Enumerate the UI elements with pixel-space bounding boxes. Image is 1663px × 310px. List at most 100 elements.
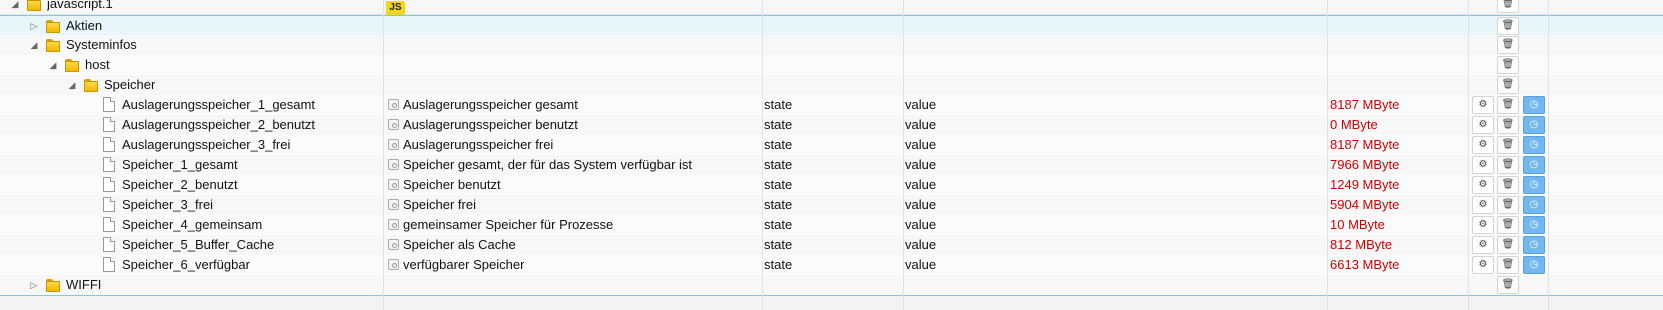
state-role: value — [905, 177, 937, 192]
tree-row-javascript[interactable]: ◢ javascript.1 JS 🗑 — [0, 0, 1663, 15]
state-description: Auslagerungsspeicher benutzt — [403, 117, 578, 132]
tree-row-wiffi[interactable]: ▷ WIFFI 🗑 — [0, 275, 1663, 296]
clock-icon[interactable]: ◷ — [1523, 236, 1545, 254]
state-type: state — [764, 117, 793, 132]
description-icon — [388, 139, 399, 150]
triangle-down-icon[interactable]: ◢ — [29, 35, 39, 55]
tree-row-systeminfos[interactable]: ◢ Systeminfos 🗑 — [0, 35, 1663, 56]
trash-icon[interactable]: 🗑 — [1497, 236, 1519, 254]
state-value: 0 MByte — [1330, 117, 1378, 132]
state-name: Auslagerungsspeicher_2_benutzt — [122, 117, 315, 132]
triangle-down-icon[interactable]: ◢ — [48, 55, 58, 75]
tree-row-speicher[interactable]: ◢ Speicher 🗑 — [0, 75, 1663, 96]
file-icon — [103, 257, 115, 272]
state-value: 1249 MByte — [1330, 177, 1400, 192]
clock-icon[interactable]: ◷ — [1523, 216, 1545, 234]
file-icon — [103, 177, 115, 192]
gear-icon[interactable]: ⚙ — [1472, 136, 1494, 154]
state-row[interactable]: Speicher_5_Buffer_Cache Speicher als Cac… — [0, 235, 1663, 256]
state-row[interactable]: Speicher_6_verfügbar verfügbarer Speiche… — [0, 255, 1663, 276]
state-type: state — [764, 177, 793, 192]
delete-button[interactable]: 🗑 — [1497, 76, 1519, 94]
state-role: value — [905, 97, 937, 112]
gear-icon[interactable]: ⚙ — [1472, 216, 1494, 234]
description-icon — [388, 99, 399, 110]
state-value: 6613 MByte — [1330, 257, 1400, 272]
description-icon — [388, 259, 399, 270]
state-row[interactable]: Auslagerungsspeicher_1_gesamt Auslagerun… — [0, 95, 1663, 116]
state-name: Speicher_6_verfügbar — [122, 257, 250, 272]
state-row[interactable]: Speicher_1_gesamt Speicher gesamt, der f… — [0, 155, 1663, 176]
folder-icon — [46, 20, 60, 33]
description-icon — [388, 179, 399, 190]
file-icon — [103, 97, 115, 112]
clock-icon[interactable]: ◷ — [1523, 136, 1545, 154]
state-name: Speicher_4_gemeinsam — [122, 217, 263, 232]
triangle-down-icon[interactable]: ◢ — [67, 75, 77, 95]
gear-icon[interactable]: ⚙ — [1472, 236, 1494, 254]
state-row[interactable]: Auslagerungsspeicher_3_frei Auslagerungs… — [0, 135, 1663, 156]
state-type: state — [764, 97, 793, 112]
state-name: Speicher_1_gesamt — [122, 157, 238, 172]
gear-icon[interactable]: ⚙ — [1472, 196, 1494, 214]
clock-icon[interactable]: ◷ — [1523, 176, 1545, 194]
tree-row-host[interactable]: ◢ host 🗑 — [0, 55, 1663, 76]
state-role: value — [905, 217, 937, 232]
state-name: Speicher_5_Buffer_Cache — [122, 237, 275, 252]
delete-button[interactable]: 🗑 — [1497, 17, 1519, 35]
gear-icon[interactable]: ⚙ — [1472, 176, 1494, 194]
state-role: value — [905, 157, 937, 172]
state-value: 8187 MByte — [1330, 137, 1400, 152]
file-icon — [103, 117, 115, 132]
file-icon — [103, 197, 115, 212]
trash-icon[interactable]: 🗑 — [1497, 216, 1519, 234]
triangle-right-icon[interactable]: ▷ — [29, 16, 39, 36]
state-type: state — [764, 257, 793, 272]
js-adapter-badge: JS — [386, 1, 405, 15]
clock-icon[interactable]: ◷ — [1523, 196, 1545, 214]
state-description: gemeinsamer Speicher für Prozesse — [403, 217, 614, 232]
state-value: 8187 MByte — [1330, 97, 1400, 112]
trash-icon[interactable]: 🗑 — [1497, 196, 1519, 214]
state-row[interactable]: Speicher_4_gemeinsam gemeinsamer Speiche… — [0, 215, 1663, 236]
state-name: Auslagerungsspeicher_1_gesamt — [122, 97, 315, 112]
file-icon — [103, 217, 115, 232]
state-type: state — [764, 217, 793, 232]
trash-icon[interactable]: 🗑 — [1497, 96, 1519, 114]
folder-icon — [46, 279, 60, 292]
clock-icon[interactable]: ◷ — [1523, 96, 1545, 114]
column-divider — [383, 0, 384, 310]
gear-icon[interactable]: ⚙ — [1472, 116, 1494, 134]
state-name: Auslagerungsspeicher_3_frei — [122, 137, 291, 152]
file-icon — [103, 237, 115, 252]
clock-icon[interactable]: ◷ — [1523, 116, 1545, 134]
triangle-down-icon[interactable]: ◢ — [10, 0, 20, 14]
gear-icon[interactable]: ⚙ — [1472, 96, 1494, 114]
column-divider — [1548, 0, 1549, 310]
state-row[interactable]: Auslagerungsspeicher_2_benutzt Auslageru… — [0, 115, 1663, 136]
trash-icon[interactable]: 🗑 — [1497, 156, 1519, 174]
delete-button[interactable]: 🗑 — [1497, 0, 1519, 13]
state-type: state — [764, 237, 793, 252]
trash-icon[interactable]: 🗑 — [1497, 116, 1519, 134]
trash-icon[interactable]: 🗑 — [1497, 256, 1519, 274]
description-icon — [388, 199, 399, 210]
description-icon — [388, 119, 399, 130]
delete-button[interactable]: 🗑 — [1497, 276, 1519, 294]
clock-icon[interactable]: ◷ — [1523, 156, 1545, 174]
state-row[interactable]: Speicher_2_benutzt Speicher benutzt stat… — [0, 175, 1663, 196]
trash-icon[interactable]: 🗑 — [1497, 136, 1519, 154]
state-row[interactable]: Speicher_3_frei Speicher frei state valu… — [0, 195, 1663, 216]
state-value: 812 MByte — [1330, 237, 1393, 252]
state-description: Speicher benutzt — [403, 177, 501, 192]
description-icon — [388, 219, 399, 230]
trash-icon[interactable]: 🗑 — [1497, 176, 1519, 194]
gear-icon[interactable]: ⚙ — [1472, 256, 1494, 274]
delete-button[interactable]: 🗑 — [1497, 56, 1519, 74]
gear-icon[interactable]: ⚙ — [1472, 156, 1494, 174]
triangle-right-icon[interactable]: ▷ — [29, 275, 39, 295]
state-value: 7966 MByte — [1330, 157, 1400, 172]
clock-icon[interactable]: ◷ — [1523, 256, 1545, 274]
delete-button[interactable]: 🗑 — [1497, 36, 1519, 54]
tree-row-aktien[interactable]: ▷ Aktien 🗑 — [0, 15, 1663, 36]
